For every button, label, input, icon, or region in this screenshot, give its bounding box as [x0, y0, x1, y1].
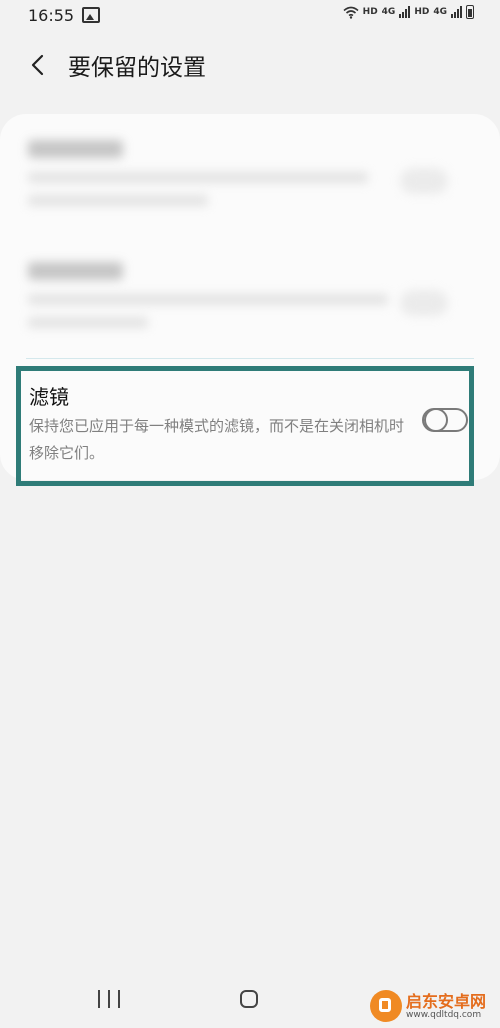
- filter-setting-title[interactable]: 滤镜: [29, 381, 69, 410]
- recent-apps-icon[interactable]: [98, 990, 120, 1008]
- battery-icon: [466, 5, 474, 19]
- status-icons: HD 4G HD 4G: [343, 5, 474, 19]
- gallery-icon: [82, 7, 100, 23]
- filter-setting-description: 保持您已应用于每一种模式的滤镜，而不是在关闭相机时移除它们。: [29, 417, 405, 462]
- hd-label: HD: [362, 7, 378, 17]
- blurred-setting-item: [28, 140, 478, 218]
- filter-toggle[interactable]: [422, 408, 468, 432]
- page-title: 要保留的设置: [68, 55, 206, 81]
- network-label: 4G: [433, 7, 447, 17]
- status-bar: 16:55 HD 4G HD 4G: [0, 0, 500, 30]
- app-header: 要保留的设置: [0, 38, 500, 92]
- signal-icon: [399, 6, 411, 18]
- watermark-name: 启东安卓网: [406, 992, 487, 1011]
- home-icon[interactable]: [240, 990, 258, 1008]
- toggle-knob: [424, 408, 448, 432]
- network-label: 4G: [381, 7, 396, 17]
- blurred-setting-item: [28, 262, 478, 340]
- wifi-icon: [343, 6, 359, 19]
- watermark: 启东安卓网 www.qdltdq.com: [370, 988, 498, 1026]
- divider: [26, 358, 474, 359]
- hd-label: HD: [414, 7, 430, 17]
- watermark-logo-icon: [370, 990, 402, 1022]
- watermark-url: www.qdltdq.com: [406, 1010, 482, 1020]
- chevron-left-icon[interactable]: [26, 52, 50, 78]
- signal-icon: [451, 6, 462, 18]
- status-time: 16:55: [28, 6, 75, 25]
